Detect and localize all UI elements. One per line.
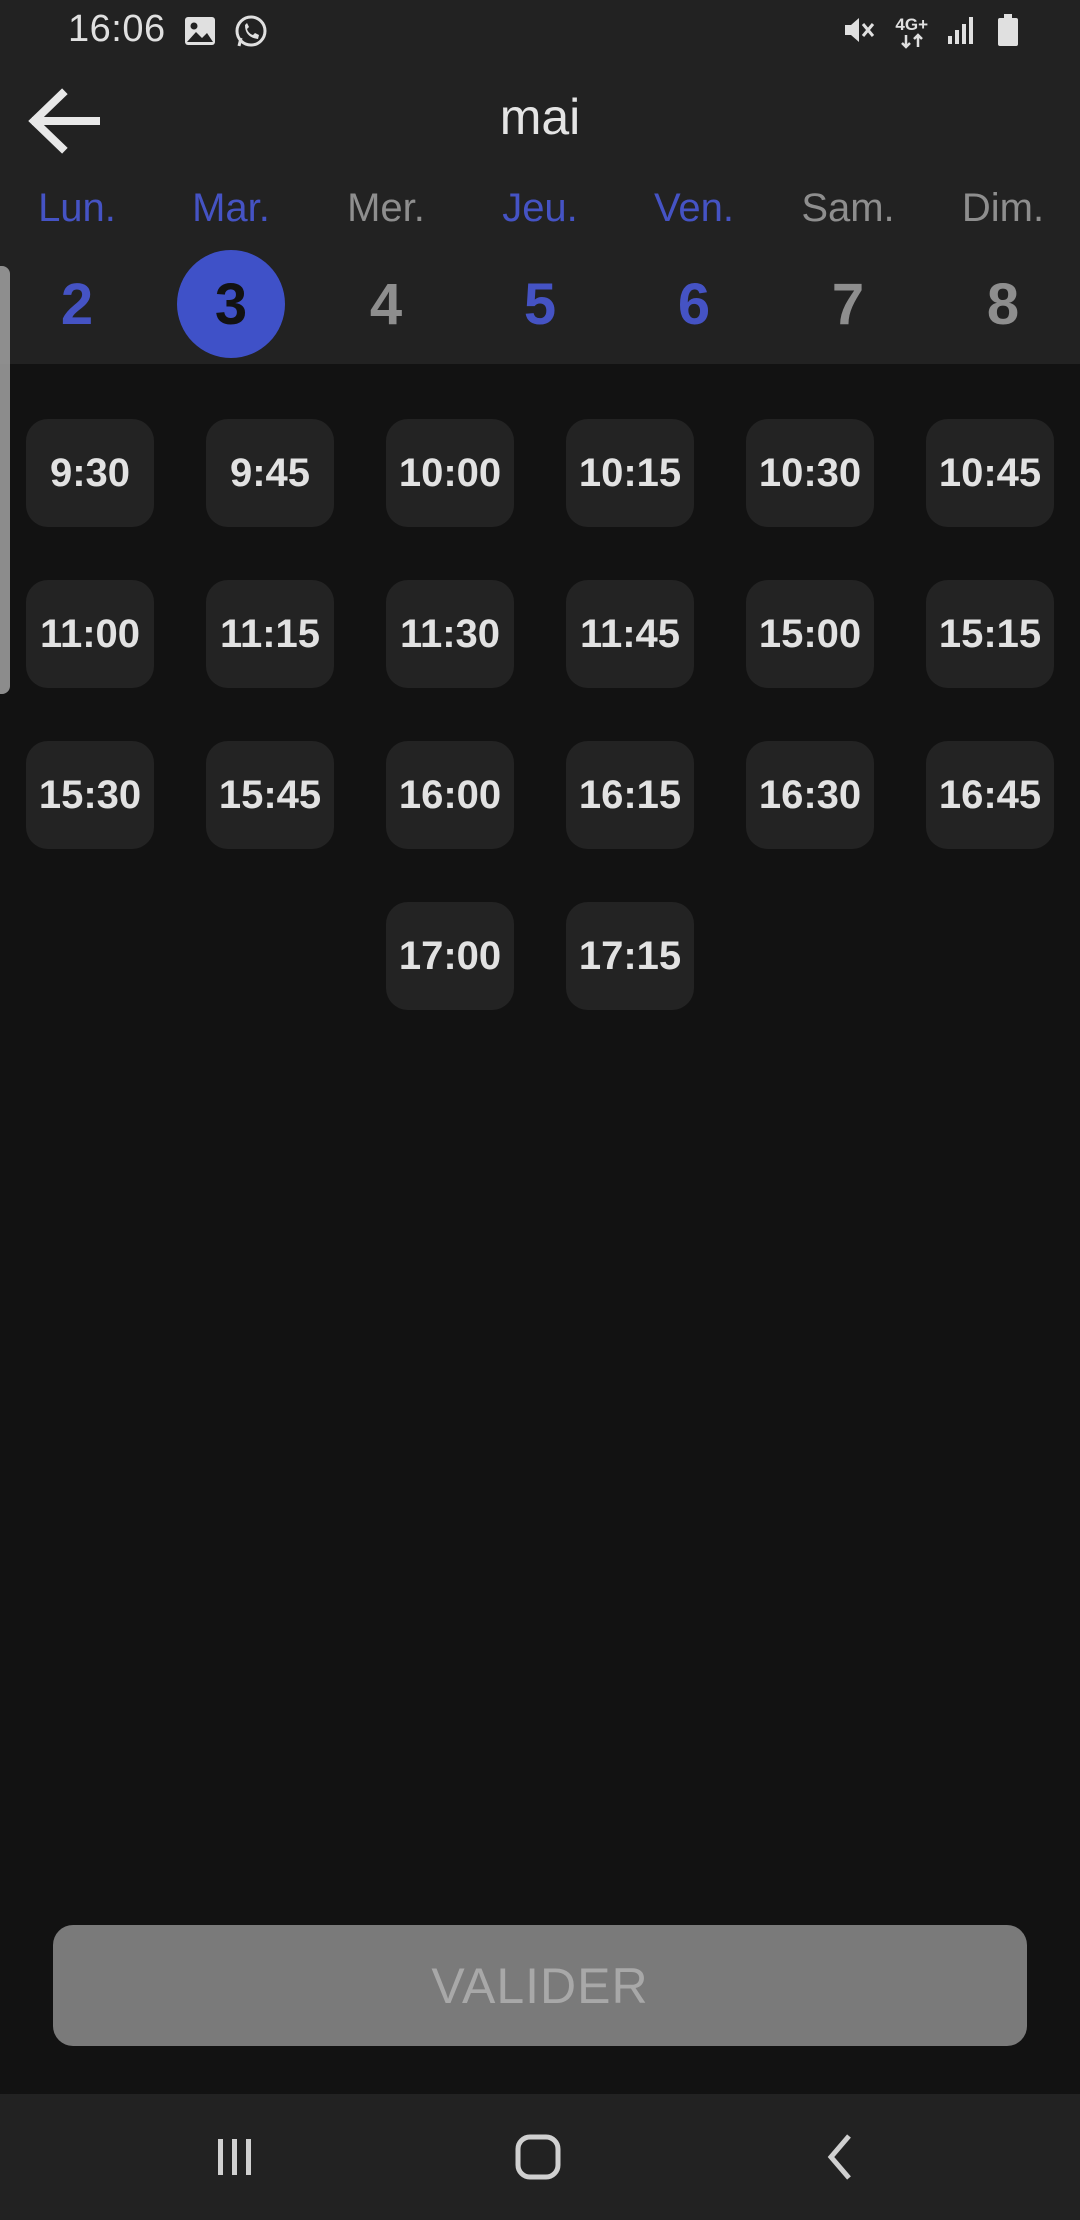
edge-panel-handle[interactable]: [0, 266, 10, 694]
status-time: 16:06: [68, 8, 166, 50]
day-label: Ven.: [653, 186, 735, 230]
system-navigation-bar: [0, 2094, 1080, 2220]
day-number: 7: [831, 271, 865, 337]
day-number: 5: [523, 271, 557, 337]
time-slot[interactable]: 9:45: [206, 419, 334, 527]
day-monday[interactable]: Lun. 2: [0, 186, 154, 366]
network-type-label: 4G+: [895, 15, 928, 34]
time-slot[interactable]: 11:45: [566, 580, 694, 688]
validate-button[interactable]: VALIDER: [53, 1925, 1027, 2046]
time-slot[interactable]: 11:00: [26, 580, 154, 688]
day-label: Sam.: [801, 186, 895, 230]
status-bar: 16:06 4G+: [0, 0, 1080, 64]
gallery-notification-icon: [183, 14, 217, 55]
time-slot[interactable]: 10:15: [566, 419, 694, 527]
recent-apps-button[interactable]: [190, 2122, 280, 2192]
day-label: Jeu.: [502, 186, 578, 230]
time-slot[interactable]: 17:15: [566, 902, 694, 1010]
chevron-left-icon: [827, 2134, 851, 2180]
home-button[interactable]: [493, 2122, 583, 2192]
time-slot[interactable]: 10:30: [746, 419, 874, 527]
home-icon: [515, 2134, 561, 2180]
month-title: mai: [499, 89, 581, 145]
time-slot[interactable]: 11:30: [386, 580, 514, 688]
battery-icon: [996, 13, 1020, 52]
time-slot[interactable]: 16:30: [746, 741, 874, 849]
time-slot[interactable]: 10:00: [386, 419, 514, 527]
day-number: 8: [986, 271, 1020, 337]
time-slot[interactable]: 16:00: [386, 741, 514, 849]
day-label: Lun.: [38, 186, 116, 230]
day-number: 6: [677, 271, 711, 337]
calendar-header: mai Lun. 2 Mar. 3 Mer. 4 Jeu. 5 Ven. 6 S…: [0, 64, 1080, 364]
time-slot[interactable]: 15:00: [746, 580, 874, 688]
day-sunday[interactable]: Dim. 8: [926, 186, 1080, 366]
network-type-icon: 4G+: [895, 16, 928, 49]
day-wednesday[interactable]: Mer. 4: [309, 186, 463, 366]
time-slot[interactable]: 17:00: [386, 902, 514, 1010]
time-slot[interactable]: 16:45: [926, 741, 1054, 849]
day-thursday[interactable]: Jeu. 5: [463, 186, 617, 366]
day-number: 2: [60, 271, 94, 337]
time-slot[interactable]: 10:45: [926, 419, 1054, 527]
day-label: Dim.: [961, 186, 1045, 230]
status-notification-icons: [183, 14, 269, 55]
week-strip: Lun. 2 Mar. 3 Mer. 4 Jeu. 5 Ven. 6 Sam. …: [0, 186, 1080, 366]
mute-icon: [841, 12, 877, 53]
recent-apps-icon: [218, 2139, 251, 2175]
time-slot[interactable]: 15:15: [926, 580, 1054, 688]
time-slot[interactable]: 15:30: [26, 741, 154, 849]
day-label: Mar.: [192, 186, 270, 230]
day-tuesday[interactable]: Mar. 3: [154, 186, 308, 366]
time-slot[interactable]: 16:15: [566, 741, 694, 849]
time-slot[interactable]: 11:15: [206, 580, 334, 688]
day-label: Mer.: [347, 186, 425, 230]
day-number: 3: [177, 250, 285, 358]
signal-strength-icon: [946, 14, 978, 51]
time-slot[interactable]: 15:45: [206, 741, 334, 849]
day-saturday[interactable]: Sam. 7: [771, 186, 925, 366]
time-slot[interactable]: 9:30: [26, 419, 154, 527]
day-friday[interactable]: Ven. 6: [617, 186, 771, 366]
whatsapp-notification-icon: [233, 14, 269, 55]
day-number: 4: [369, 271, 403, 337]
back-nav-button[interactable]: [796, 2122, 886, 2192]
status-system-icons: 4G+: [841, 12, 1020, 53]
